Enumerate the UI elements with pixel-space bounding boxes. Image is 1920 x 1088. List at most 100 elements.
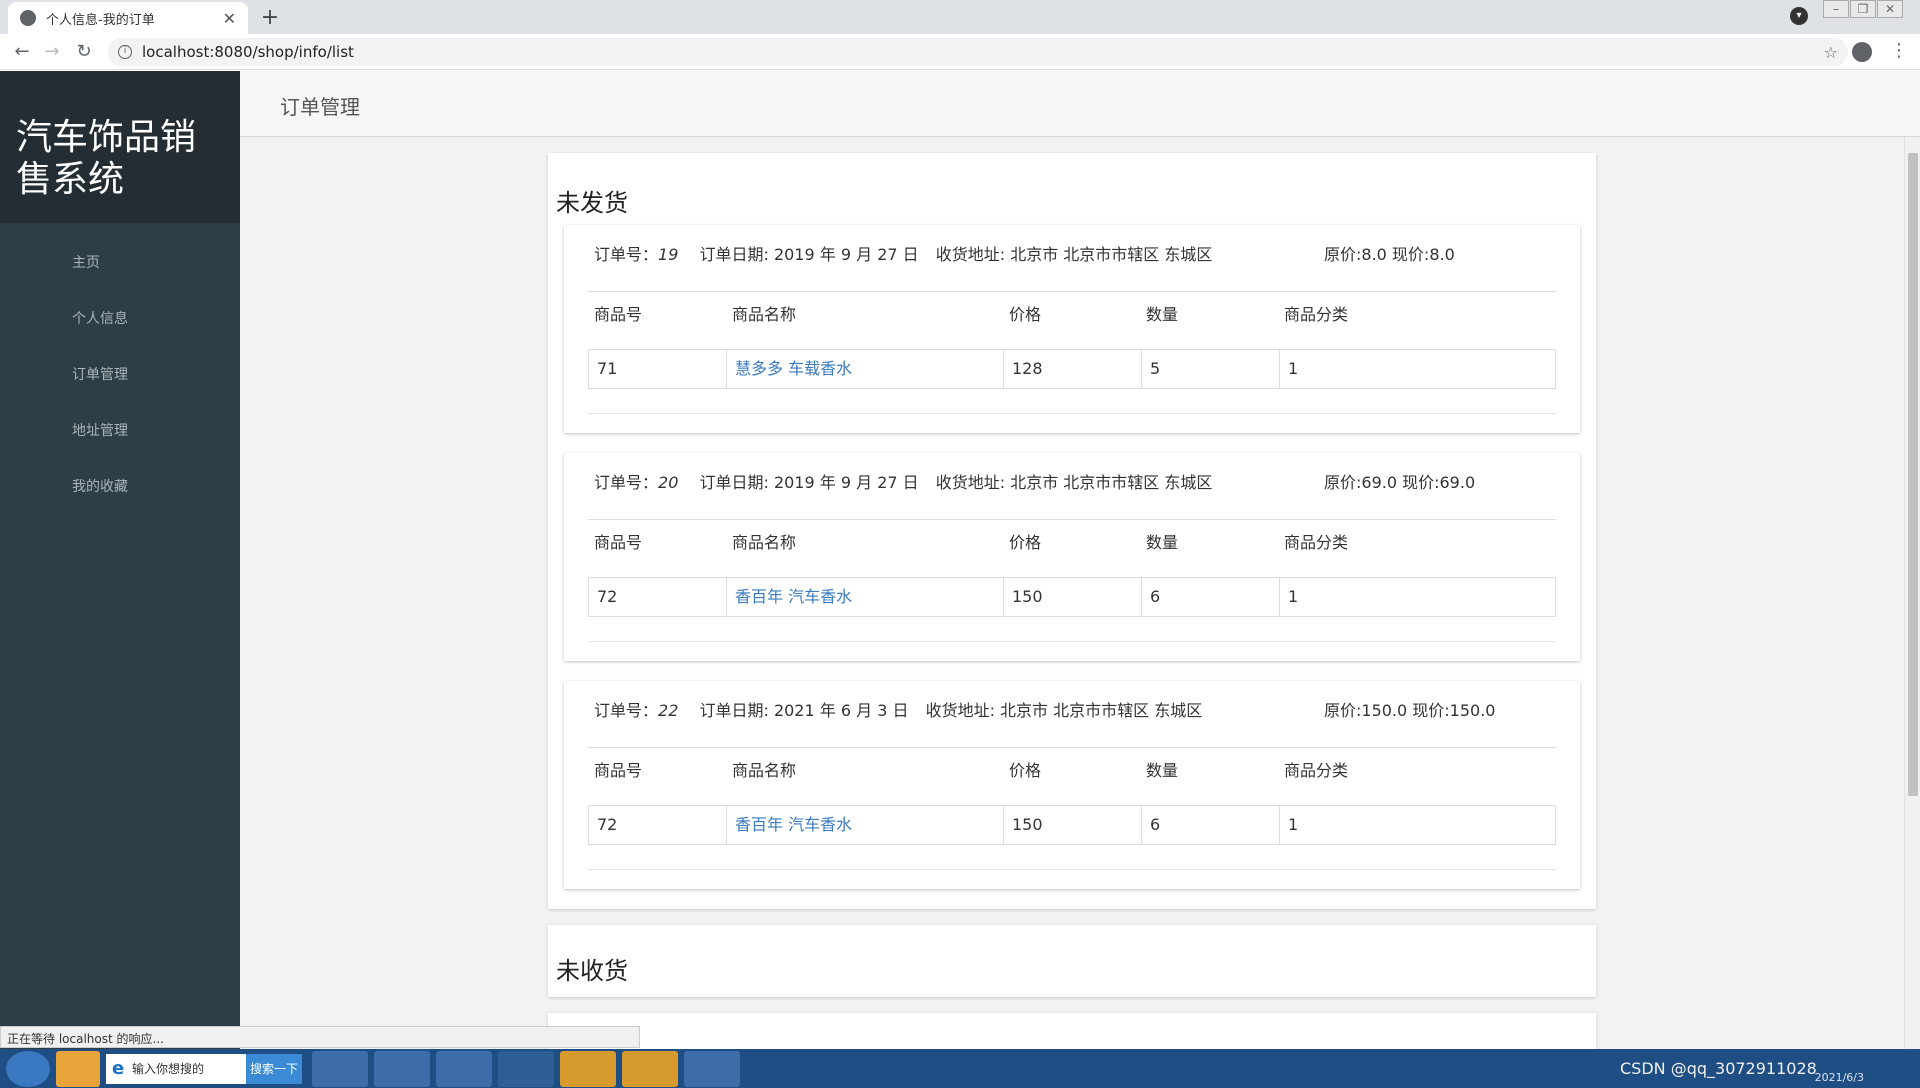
product-name-link[interactable]: 香百年 汽车香水 — [727, 806, 1004, 844]
table-row: 72 香百年 汽车香水 150 6 1 — [588, 577, 1556, 617]
cell-quantity: 6 — [1142, 578, 1280, 616]
cell-quantity: 5 — [1142, 350, 1280, 388]
order-number-label: 订单号： — [594, 245, 659, 264]
globe-icon — [20, 10, 36, 26]
order-date: 订单日期: 2019 年 9 月 27 日 — [699, 245, 919, 264]
sidebar-item-profile[interactable]: 个人信息 — [0, 291, 240, 347]
order-address: 收货地址: 北京市 北京市市辖区 东城区 — [935, 245, 1213, 264]
chrome-icon[interactable] — [498, 1050, 554, 1087]
back-icon[interactable]: ← — [10, 40, 34, 64]
address-bar[interactable]: i localhost:8080/shop/info/list ☆ — [108, 38, 1848, 66]
col-header-quantity: 数量 — [1146, 761, 1179, 780]
forward-icon[interactable]: → — [40, 40, 64, 64]
order-number: 22 — [658, 701, 679, 720]
start-button[interactable] — [6, 1050, 50, 1087]
scrollbar-thumb[interactable] — [1908, 153, 1918, 796]
reload-icon[interactable]: ↻ — [72, 40, 96, 64]
new-tab-button[interactable]: + — [256, 4, 284, 32]
col-header-product-name: 商品名称 — [732, 305, 797, 324]
minimize-button[interactable]: – — [1823, 0, 1849, 18]
app-icon[interactable] — [684, 1050, 740, 1087]
browser-tab-strip: 个人信息-我的订单 ✕ + ▾ – ❐ ✕ — [0, 0, 1920, 34]
close-tab-icon[interactable]: ✕ — [223, 9, 236, 28]
cell-price: 128 — [1004, 350, 1142, 388]
page-title: 订单管理 — [280, 95, 360, 119]
site-info-icon[interactable]: i — [118, 45, 132, 59]
col-header-category: 商品分类 — [1284, 761, 1349, 780]
section-title: 未收货 — [556, 957, 628, 985]
col-header-category: 商品分类 — [1284, 305, 1349, 324]
taskbar-search-placeholder: 输入你想搜的 — [132, 1061, 205, 1076]
cell-quantity: 6 — [1142, 806, 1280, 844]
watermark-text: CSDN @qq_3072911028 — [1620, 1059, 1817, 1078]
table-row: 71 慧多多 车载香水 128 5 1 — [588, 349, 1556, 389]
page-scrollbar[interactable] — [1904, 137, 1920, 1049]
window-controls: – ❐ ✕ — [1822, 0, 1903, 20]
tab-title: 个人信息-我的订单 — [46, 12, 155, 28]
app-icon[interactable] — [56, 1050, 100, 1087]
table-row: 72 香百年 汽车香水 150 6 1 — [588, 805, 1556, 845]
order-number: 19 — [658, 245, 679, 264]
profile-icon[interactable] — [1852, 42, 1872, 62]
col-header-price: 价格 — [1009, 305, 1042, 324]
url-text: localhost:8080/shop/info/list — [142, 43, 354, 61]
close-window-button[interactable]: ✕ — [1877, 0, 1903, 18]
taskbar-search-button[interactable]: 搜索一下 — [246, 1053, 302, 1084]
unreceived-panel: 未收货 — [548, 925, 1596, 997]
tab-search-icon[interactable]: ▾ — [1790, 7, 1808, 25]
order-card: 订单号：20 订单日期: 2019 年 9 月 27 日 收货地址: 北京市 北… — [564, 453, 1580, 661]
order-date: 订单日期: 2021 年 6 月 3 日 — [699, 701, 909, 720]
tray-date: 2021/6/3 — [1814, 1071, 1864, 1084]
sidebar-item-addresses[interactable]: 地址管理 — [0, 403, 240, 459]
folder-icon[interactable] — [622, 1050, 678, 1087]
next-panel — [548, 1013, 1596, 1049]
sidebar-item-home[interactable]: 主页 — [0, 235, 240, 291]
cell-product-id: 72 — [589, 806, 727, 844]
product-name-link[interactable]: 香百年 汽车香水 — [727, 578, 1004, 616]
order-meta: 订单号：22 订单日期: 2021 年 6 月 3 日 收货地址: 北京市 北京… — [594, 697, 1202, 721]
cell-product-id: 72 — [589, 578, 727, 616]
col-header-quantity: 数量 — [1146, 533, 1179, 552]
app-icon[interactable] — [560, 1050, 616, 1087]
col-header-price: 价格 — [1009, 533, 1042, 552]
col-header-product-name: 商品名称 — [732, 533, 797, 552]
product-name-link[interactable]: 慧多多 车载香水 — [727, 350, 1004, 388]
cell-price: 150 — [1004, 578, 1142, 616]
intellij-icon[interactable] — [436, 1050, 492, 1087]
order-price: 原价:69.0 现价:69.0 — [1324, 473, 1476, 492]
cell-product-id: 71 — [589, 350, 727, 388]
page-header: 订单管理 — [240, 71, 1920, 137]
bookmark-star-icon[interactable]: ☆ — [1824, 43, 1838, 62]
sidebar-item-orders[interactable]: 订单管理 — [0, 347, 240, 403]
cell-category: 1 — [1288, 359, 1299, 378]
order-number-label: 订单号： — [594, 701, 659, 720]
order-price: 原价:8.0 现价:8.0 — [1324, 245, 1455, 264]
order-number-label: 订单号： — [594, 473, 659, 492]
explorer-icon[interactable] — [312, 1050, 368, 1087]
col-header-product-id: 商品号 — [594, 533, 643, 552]
order-price: 原价:150.0 现价:150.0 — [1324, 701, 1496, 720]
order-meta: 订单号：20 订单日期: 2019 年 9 月 27 日 收货地址: 北京市 北… — [594, 469, 1212, 493]
browser-status-bar: 正在等待 localhost 的响应... — [0, 1026, 640, 1048]
sidebar-item-favorites[interactable]: 我的收藏 — [0, 459, 240, 515]
taskbar-search[interactable]: e 输入你想搜的 — [106, 1053, 246, 1084]
cell-price: 150 — [1004, 806, 1142, 844]
order-number: 20 — [658, 473, 679, 492]
col-header-price: 价格 — [1009, 761, 1042, 780]
col-header-product-id: 商品号 — [594, 305, 643, 324]
browser-toolbar: ← → ↻ i localhost:8080/shop/info/list ☆ … — [0, 34, 1920, 70]
order-date: 订单日期: 2019 年 9 月 27 日 — [699, 473, 919, 492]
order-card: 订单号：22 订单日期: 2021 年 6 月 3 日 收货地址: 北京市 北京… — [564, 681, 1580, 889]
col-header-quantity: 数量 — [1146, 305, 1179, 324]
system-tray: CSDN @qq_3072911028 2021/6/3 — [1540, 1049, 1920, 1088]
firefox-icon[interactable] — [374, 1050, 430, 1087]
unshipped-panel: 未发货 订单号：19 订单日期: 2019 年 9 月 27 日 收货地址: 北… — [548, 153, 1596, 909]
restore-button[interactable]: ❐ — [1850, 0, 1876, 18]
order-meta: 订单号：19 订单日期: 2019 年 9 月 27 日 收货地址: 北京市 北… — [594, 241, 1212, 265]
os-taskbar: e 输入你想搜的 搜索一下 CSDN @qq_3072911028 2021/6… — [0, 1049, 1920, 1088]
menu-kebab-icon[interactable]: ⋮ — [1890, 40, 1908, 61]
order-address: 收货地址: 北京市 北京市市辖区 东城区 — [925, 701, 1203, 720]
cell-category: 1 — [1288, 587, 1299, 606]
main-content: 未发货 订单号：19 订单日期: 2019 年 9 月 27 日 收货地址: 北… — [240, 137, 1920, 1049]
browser-tab[interactable]: 个人信息-我的订单 ✕ — [8, 2, 248, 34]
